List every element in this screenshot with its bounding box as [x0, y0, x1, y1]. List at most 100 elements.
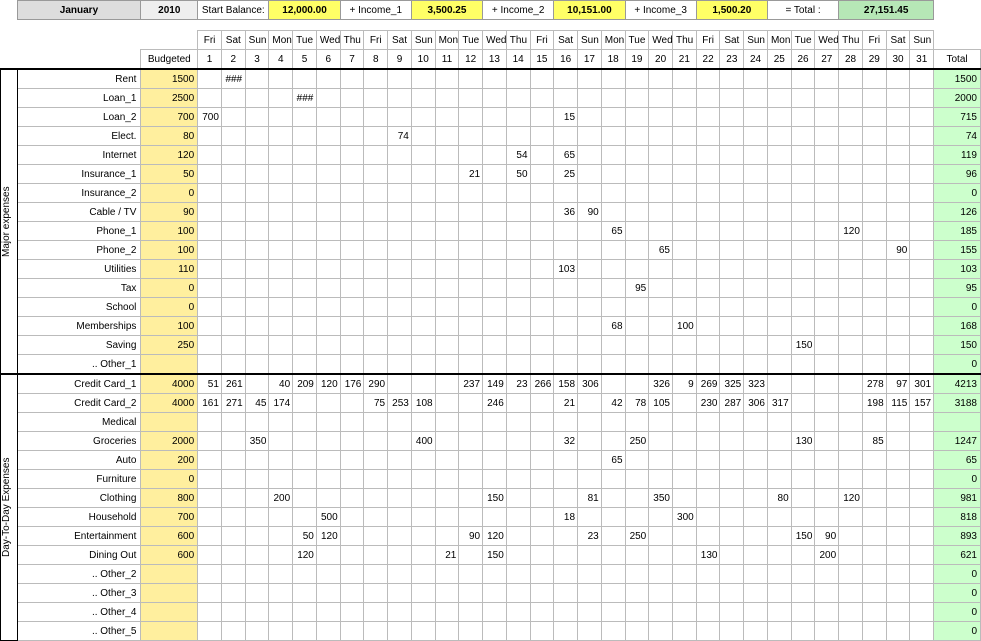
- day-cell[interactable]: 150: [483, 489, 507, 508]
- day-cell[interactable]: [767, 317, 791, 336]
- day-cell[interactable]: [245, 413, 269, 432]
- day-cell[interactable]: [459, 279, 483, 298]
- day-cell[interactable]: [744, 336, 768, 355]
- day-cell[interactable]: [530, 184, 554, 203]
- day-cell[interactable]: 237: [459, 374, 483, 394]
- day-cell[interactable]: [340, 413, 364, 432]
- day-cell[interactable]: [601, 89, 625, 108]
- day-cell[interactable]: [886, 146, 910, 165]
- day-cell[interactable]: [411, 222, 435, 241]
- day-cell[interactable]: [506, 489, 530, 508]
- day-cell[interactable]: [578, 413, 602, 432]
- budget-cell[interactable]: 110: [141, 260, 198, 279]
- day-cell[interactable]: [483, 69, 507, 89]
- day-cell[interactable]: [578, 336, 602, 355]
- day-cell[interactable]: [269, 603, 293, 622]
- day-cell[interactable]: [744, 203, 768, 222]
- day-cell[interactable]: [316, 184, 340, 203]
- day-cell[interactable]: 23: [506, 374, 530, 394]
- day-cell[interactable]: [198, 489, 222, 508]
- day-cell[interactable]: [221, 241, 245, 260]
- day-cell[interactable]: [411, 489, 435, 508]
- day-cell[interactable]: [578, 89, 602, 108]
- day-cell[interactable]: [578, 298, 602, 317]
- day-cell[interactable]: [316, 69, 340, 89]
- day-cell[interactable]: [411, 451, 435, 470]
- day-cell[interactable]: [862, 451, 886, 470]
- day-cell[interactable]: [411, 203, 435, 222]
- day-cell[interactable]: [506, 108, 530, 127]
- day-cell[interactable]: [388, 89, 412, 108]
- day-cell[interactable]: [221, 146, 245, 165]
- day-cell[interactable]: [862, 203, 886, 222]
- day-cell[interactable]: [221, 317, 245, 336]
- day-cell[interactable]: [696, 413, 720, 432]
- day-cell[interactable]: [696, 527, 720, 546]
- day-cell[interactable]: [815, 127, 839, 146]
- day-cell[interactable]: [483, 184, 507, 203]
- day-cell[interactable]: [791, 279, 815, 298]
- income1-value[interactable]: 3,500.25: [411, 1, 482, 20]
- day-cell[interactable]: [506, 69, 530, 89]
- day-cell[interactable]: [554, 69, 578, 89]
- day-cell[interactable]: [459, 184, 483, 203]
- day-cell[interactable]: [815, 165, 839, 184]
- day-cell[interactable]: [910, 184, 934, 203]
- day-cell[interactable]: [672, 470, 696, 489]
- day-cell[interactable]: [435, 127, 459, 146]
- day-cell[interactable]: [815, 584, 839, 603]
- day-cell[interactable]: [293, 203, 317, 222]
- day-cell[interactable]: [269, 317, 293, 336]
- day-cell[interactable]: [601, 413, 625, 432]
- day-cell[interactable]: 90: [815, 527, 839, 546]
- day-cell[interactable]: [340, 432, 364, 451]
- day-cell[interactable]: [791, 241, 815, 260]
- day-cell[interactable]: [625, 165, 649, 184]
- day-cell[interactable]: [530, 508, 554, 527]
- day-cell[interactable]: [696, 69, 720, 89]
- day-cell[interactable]: [767, 165, 791, 184]
- day-cell[interactable]: [483, 146, 507, 165]
- day-cell[interactable]: [245, 89, 269, 108]
- day-cell[interactable]: [245, 222, 269, 241]
- day-cell[interactable]: [221, 165, 245, 184]
- day-cell[interactable]: [625, 89, 649, 108]
- budget-cell[interactable]: 600: [141, 546, 198, 565]
- day-cell[interactable]: [672, 394, 696, 413]
- day-cell[interactable]: [649, 203, 673, 222]
- day-cell[interactable]: [625, 108, 649, 127]
- day-cell[interactable]: [839, 508, 863, 527]
- day-cell[interactable]: [293, 565, 317, 584]
- day-cell[interactable]: 150: [791, 336, 815, 355]
- day-cell[interactable]: [364, 69, 388, 89]
- day-cell[interactable]: [601, 622, 625, 641]
- day-cell[interactable]: [554, 298, 578, 317]
- day-cell[interactable]: [316, 432, 340, 451]
- day-cell[interactable]: [483, 451, 507, 470]
- day-cell[interactable]: [269, 355, 293, 375]
- day-cell[interactable]: [340, 508, 364, 527]
- day-cell[interactable]: 120: [316, 374, 340, 394]
- day-cell[interactable]: [720, 470, 744, 489]
- day-cell[interactable]: [815, 451, 839, 470]
- day-cell[interactable]: 176: [340, 374, 364, 394]
- day-cell[interactable]: [554, 317, 578, 336]
- day-cell[interactable]: 32: [554, 432, 578, 451]
- day-cell[interactable]: [696, 603, 720, 622]
- day-cell[interactable]: [293, 413, 317, 432]
- day-cell[interactable]: [269, 622, 293, 641]
- day-cell[interactable]: [269, 146, 293, 165]
- day-cell[interactable]: [364, 489, 388, 508]
- day-cell[interactable]: [530, 203, 554, 222]
- day-cell[interactable]: [720, 451, 744, 470]
- day-cell[interactable]: [435, 374, 459, 394]
- day-cell[interactable]: [340, 146, 364, 165]
- day-cell[interactable]: [411, 622, 435, 641]
- day-cell[interactable]: 74: [388, 127, 412, 146]
- day-cell[interactable]: [672, 146, 696, 165]
- day-cell[interactable]: 50: [506, 165, 530, 184]
- day-cell[interactable]: [696, 470, 720, 489]
- day-cell[interactable]: [483, 622, 507, 641]
- day-cell[interactable]: [411, 565, 435, 584]
- day-cell[interactable]: [245, 317, 269, 336]
